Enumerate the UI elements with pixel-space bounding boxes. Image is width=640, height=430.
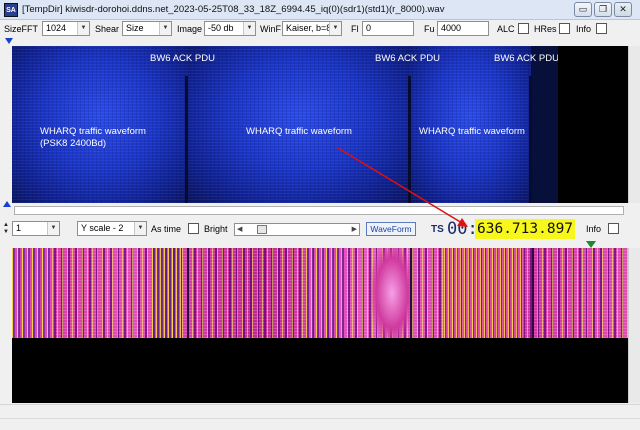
chevron-down-icon: ▼ xyxy=(159,22,171,35)
waveform-divider xyxy=(187,248,189,338)
bright-slider[interactable]: ◀ ▶ xyxy=(234,223,360,236)
timestamp-readout: 636.713.897 xyxy=(475,219,576,239)
winf-select[interactable]: Kaiser, b=8 ▼ xyxy=(282,21,342,36)
fl-input[interactable]: 0 xyxy=(362,21,414,36)
sizefft-select[interactable]: 1024 ▼ xyxy=(42,21,90,36)
wharq-label-1-line1: WHARQ traffic waveform xyxy=(40,126,146,137)
yscale-value: Y scale - 2 xyxy=(81,223,124,233)
status-bar xyxy=(0,418,640,430)
ack-pdu-burst xyxy=(408,76,411,203)
spectrogram-horizontal-scrollbar[interactable] xyxy=(14,206,624,215)
hres-checkbox[interactable] xyxy=(559,23,570,34)
chevron-down-icon: ▼ xyxy=(47,222,59,235)
image-label: Image xyxy=(177,24,203,34)
waveform-segment xyxy=(372,248,412,338)
bright-slider-thumb[interactable] xyxy=(257,225,267,234)
shear-label: Shear xyxy=(95,24,120,34)
ack-pdu-burst xyxy=(529,76,532,203)
frequency-ruler xyxy=(0,38,640,44)
app-icon: SA xyxy=(4,3,18,17)
playback-position-marker[interactable] xyxy=(586,241,596,248)
lower-frequency-marker[interactable] xyxy=(5,38,13,44)
waveform-segment xyxy=(306,248,346,338)
waveform-controls: ▲ ▼ 1 ▼ Y scale - 2 ▼ As time Bright ◀ ▶… xyxy=(0,218,640,240)
spin-up-icon[interactable]: ▲ xyxy=(2,222,10,229)
waveform-button[interactable]: WaveForm xyxy=(366,222,416,236)
shear-select[interactable]: Size ▼ xyxy=(122,21,172,36)
channel-value: 1 xyxy=(16,223,22,233)
alc-checkbox[interactable] xyxy=(518,23,529,34)
lower-time-marker[interactable] xyxy=(3,201,11,207)
spectrogram-vertical-scrollbar[interactable] xyxy=(628,46,640,203)
toolbar: SizeFFT 1024 ▼ Shear Size ▼ Image -50 db… xyxy=(0,20,640,38)
wharq-traffic-region xyxy=(190,46,408,203)
waveform-divider xyxy=(532,248,534,338)
channel-select[interactable]: 1 ▼ xyxy=(12,221,60,236)
ack-pdu-label-3: BW6 ACK PDU xyxy=(494,53,558,64)
info-checkbox[interactable] xyxy=(596,23,607,34)
waveform-vertical-scrollbar[interactable] xyxy=(628,248,640,403)
spectrogram-empty-area xyxy=(558,46,628,203)
info-checkbox-2[interactable] xyxy=(608,223,619,234)
image-value: -50 db xyxy=(208,23,234,33)
slider-left-icon[interactable]: ◀ xyxy=(237,225,242,233)
as-time-checkbox[interactable] xyxy=(188,223,199,234)
as-time-label: As time xyxy=(151,224,182,234)
slider-right-icon[interactable]: ▶ xyxy=(352,225,357,233)
info-label: Info xyxy=(576,24,592,34)
channel-spinner[interactable]: ▲ ▼ xyxy=(2,222,10,236)
waveform-trace xyxy=(12,248,628,338)
waveform-segment xyxy=(12,248,52,338)
wharq-label-2: WHARQ traffic waveform xyxy=(246,126,352,137)
fu-label: Fu xyxy=(424,24,435,34)
shear-value: Size xyxy=(126,23,144,33)
sizefft-value: 1024 xyxy=(46,23,67,33)
sizefft-label: SizeFFT xyxy=(4,24,39,34)
wharq-traffic-region xyxy=(12,46,190,203)
fu-input[interactable]: 4000 xyxy=(437,21,489,36)
maximize-button[interactable]: ❐ xyxy=(594,2,612,17)
spectrogram-view[interactable]: BW6 ACK PDU BW6 ACK PDU BW6 ACK PDU WHAR… xyxy=(12,46,558,203)
wharq-label-1: WHARQ traffic waveform (PSK8 2400Bd) xyxy=(40,126,146,150)
wharq-traffic-region xyxy=(408,46,531,203)
ack-pdu-label-2: BW6 ACK PDU xyxy=(375,53,440,64)
chevron-down-icon: ▼ xyxy=(243,22,255,35)
image-select[interactable]: -50 db ▼ xyxy=(204,21,256,36)
waveform-segment xyxy=(152,248,182,338)
wharq-label-3: WHARQ traffic waveform xyxy=(419,126,525,137)
alc-label: ALC xyxy=(497,24,515,34)
ts-prefix: 00: xyxy=(447,219,478,239)
chevron-down-icon: ▼ xyxy=(329,22,341,35)
wharq-label-1-line2: (PSK8 2400Bd) xyxy=(40,138,107,149)
ts-label: TS xyxy=(431,224,444,235)
hres-label: HRes xyxy=(534,24,557,34)
title-bar: SA [TempDir] kiwisdr-dorohoi.ddns.net_20… xyxy=(0,0,640,20)
winf-label: WinF xyxy=(260,24,281,34)
waveform-segment xyxy=(444,248,524,338)
close-button[interactable]: ✕ xyxy=(614,2,632,17)
waveform-horizontal-scrollbar[interactable] xyxy=(0,404,640,418)
ack-pdu-label-1: BW6 ACK PDU xyxy=(150,53,215,64)
info-label-2: Info xyxy=(586,224,602,234)
waveform-divider xyxy=(410,248,412,338)
waveform-view[interactable] xyxy=(12,248,628,403)
bright-label: Bright xyxy=(204,224,228,234)
app-window: SA [TempDir] kiwisdr-dorohoi.ddns.net_20… xyxy=(0,0,640,430)
winf-value: Kaiser, b=8 xyxy=(286,23,332,33)
minimize-button[interactable]: ▭ xyxy=(574,2,592,17)
fl-label: Fl xyxy=(351,24,359,34)
spin-down-icon[interactable]: ▼ xyxy=(2,229,10,236)
window-title: [TempDir] kiwisdr-dorohoi.ddns.net_2023-… xyxy=(22,4,445,15)
ack-pdu-burst xyxy=(185,76,188,203)
chevron-down-icon: ▼ xyxy=(134,222,146,235)
chevron-down-icon: ▼ xyxy=(77,22,89,35)
yscale-select[interactable]: Y scale - 2 ▼ xyxy=(77,221,147,236)
